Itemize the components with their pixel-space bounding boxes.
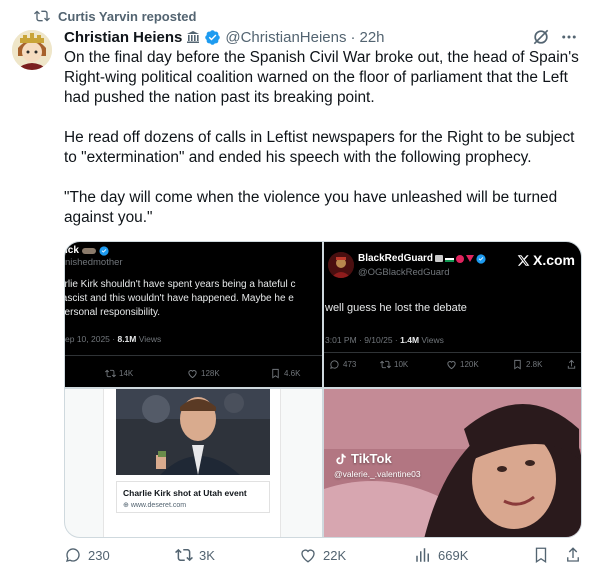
img1-actions: 14K 128K 4.6K	[65, 368, 322, 382]
heart-icon	[447, 361, 456, 370]
tweet-actions: 230 3K 22K 669K	[64, 544, 586, 566]
share-icon	[567, 359, 576, 369]
reply-count: 230	[88, 547, 110, 563]
flower-icon	[456, 254, 465, 263]
heart-icon	[188, 370, 197, 379]
reply-button[interactable]: 230	[64, 544, 110, 566]
x-logo-icon	[517, 254, 530, 266]
verified-badge-icon	[476, 253, 486, 264]
img2-share	[566, 359, 577, 370]
repost-label: Curtis Yarvin reposted	[58, 8, 197, 24]
tweet-time[interactable]: 22h	[359, 29, 384, 46]
img1-bookmarks: 4.6K	[270, 368, 300, 379]
tiktok-watermark: TikTok	[334, 451, 392, 466]
img2-avatar	[328, 252, 354, 278]
tweet-paragraph: On the final day before the Spanish Civi…	[64, 49, 579, 106]
reply-icon	[65, 548, 80, 562]
like-button[interactable]: 22K	[299, 544, 346, 566]
img1-author-name: ick	[65, 245, 109, 256]
flag-icon	[435, 255, 444, 262]
avatar[interactable]	[12, 30, 52, 70]
avatar-image	[12, 30, 52, 70]
author-handle[interactable]: @ChristianHeiens	[225, 29, 346, 46]
repost-icon	[34, 10, 50, 22]
img1-retweet: 14K	[105, 368, 133, 379]
separator-dot: ·	[350, 28, 356, 46]
media-image-2[interactable]: BlackRedGuard @OGBlackRedGuard X.com wel…	[324, 242, 581, 387]
img1-author-handle: nishedmother	[65, 257, 123, 268]
news-card: Charlie Kirk shot at Utah event ⊕ www.de…	[103, 389, 281, 537]
tweet-header: Christian Heiens @ChristianHeiens · 22h	[64, 26, 580, 48]
img2-author-name: BlackRedGuard	[358, 253, 486, 264]
grok-icon[interactable]	[530, 26, 552, 48]
x-logo: X.com	[517, 252, 575, 268]
img2-replies: 473	[329, 359, 356, 370]
share-button[interactable]	[564, 544, 582, 566]
repost-indicator[interactable]: Curtis Yarvin reposted	[34, 6, 196, 26]
img2-author-handle: @OGBlackRedGuard	[358, 267, 450, 278]
tweet-paragraph: "The day will come when the violence you…	[64, 189, 558, 226]
tiktok-handle: @valerie._.valentine03	[334, 469, 421, 479]
bookmark-button[interactable]	[532, 544, 550, 566]
more-options-icon[interactable]	[558, 26, 580, 48]
share-icon	[567, 547, 579, 562]
repost-button[interactable]: 3K	[175, 544, 215, 566]
img2-bookmarks: 2.8K	[512, 359, 542, 370]
emoji-icon	[81, 247, 96, 254]
flag-icon	[445, 255, 455, 262]
media-image-1[interactable]: ick nishedmother arlie Kirk shouldn't ha…	[65, 242, 322, 387]
institution-icon	[185, 29, 201, 45]
tweet-paragraph: He read off dozens of calls in Leftist n…	[64, 129, 575, 166]
repost-count: 3K	[199, 547, 215, 563]
views-chart-icon	[416, 548, 429, 562]
verified-badge-icon	[204, 29, 221, 46]
news-source: ⊕ www.deseret.com	[123, 502, 187, 509]
img1-meta: ep 10, 2025 · 8.1M Views	[65, 334, 162, 344]
like-count: 22K	[323, 547, 347, 563]
img2-likes: 120K	[446, 359, 479, 370]
repost-icon	[175, 548, 193, 562]
heart-icon	[301, 549, 315, 563]
bookmark-icon	[272, 368, 279, 379]
repost-icon	[105, 369, 116, 378]
tweet-text: On the final day before the Spanish Civi…	[64, 48, 582, 248]
img1-likes: 128K	[187, 368, 220, 379]
img2-actions: 473 10K 120K 2.8K	[324, 359, 581, 373]
img2-body: well guess he lost the debate	[325, 302, 467, 314]
news-headline-box: Charlie Kirk shot at Utah event ⊕ www.de…	[116, 481, 270, 513]
bookmark-icon	[535, 547, 547, 564]
tiktok-logo-icon	[336, 453, 346, 464]
news-photo	[116, 389, 270, 475]
triangle-icon	[466, 255, 475, 262]
media-image-4[interactable]: TikTok @valerie._.valentine03	[324, 389, 581, 537]
img2-retweets: 10K	[380, 359, 408, 370]
reply-icon	[330, 360, 339, 369]
img1-body: arlie Kirk shouldn't have spent years be…	[65, 279, 296, 318]
media-image-3[interactable]: Charlie Kirk shot at Utah event ⊕ www.de…	[65, 389, 322, 537]
author-name[interactable]: Christian Heiens	[64, 29, 182, 46]
views-count: 669K	[438, 547, 469, 563]
news-headline: Charlie Kirk shot at Utah event	[123, 488, 247, 498]
media-grid: ick nishedmother arlie Kirk shouldn't ha…	[64, 241, 582, 538]
bookmark-icon	[514, 359, 521, 370]
views-button[interactable]: 669K	[414, 544, 468, 566]
repost-icon	[380, 360, 391, 369]
img2-meta: 3:01 PM · 9/10/25 · 1.4M Views	[325, 335, 444, 345]
verified-badge-icon	[99, 245, 109, 256]
